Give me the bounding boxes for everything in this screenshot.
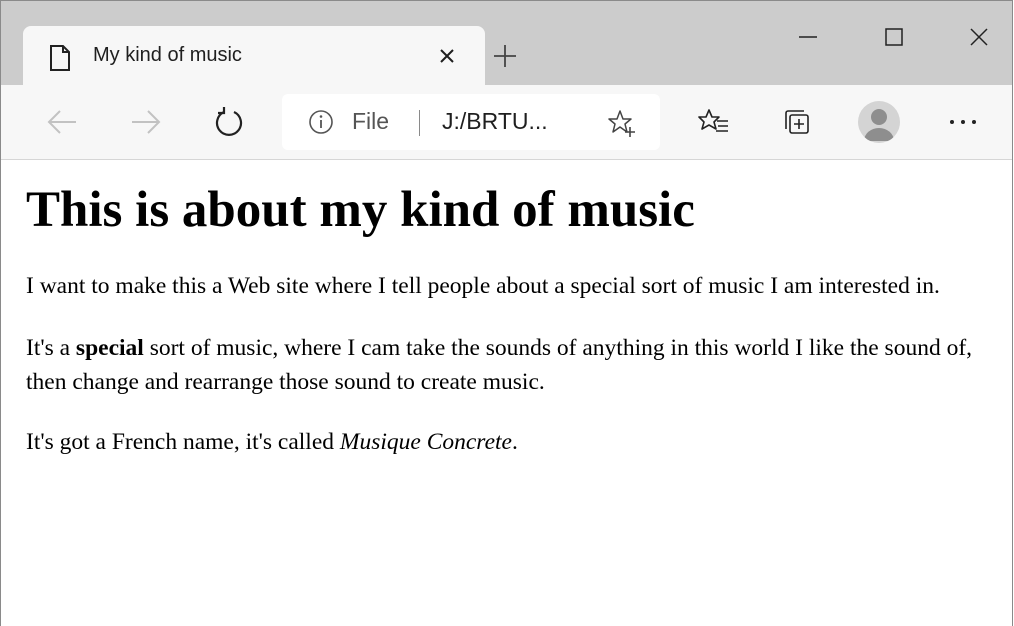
collections-icon[interactable] [776,101,818,143]
back-arrow-icon[interactable] [41,101,83,143]
url-scheme: File [352,108,390,134]
paragraph-french-name: It's got a French name, it's called Musi… [26,425,1011,459]
maximize-icon[interactable] [871,17,917,57]
address-separator [419,110,420,136]
url-text[interactable]: J:/BRTU... [442,108,548,135]
window-close-icon[interactable] [956,17,1002,57]
close-icon[interactable] [431,40,463,72]
tab-strip: My kind of music [1,1,1012,85]
page-heading: This is about my kind of music [26,182,695,238]
forward-arrow-icon[interactable] [125,101,167,143]
paragraph-intro: I want to make this a Web site where I t… [26,273,940,299]
browser-toolbar: File J:/BRTU... [1,85,1012,160]
paragraph-special-text-start: It's a [26,335,76,361]
page-icon [49,45,71,71]
new-tab-plus-icon[interactable] [488,39,522,73]
refresh-icon[interactable] [208,101,250,143]
paragraph-french-text-end: . [511,429,518,455]
add-favorite-star-icon[interactable] [607,108,637,138]
tab-title: My kind of music [93,44,242,66]
paragraph-french-text-start: It's got a French name, it's called [26,429,340,455]
paragraph-special-text-end: sort of music, where I cam take the soun… [26,335,973,395]
paragraph-special: It's a special sort of music, where I ca… [26,331,1011,399]
tab-my-kind-of-music[interactable]: My kind of music [23,26,485,85]
more-options-icon[interactable] [942,101,984,143]
profile-avatar-icon[interactable] [858,101,900,143]
minimize-icon[interactable] [785,17,831,57]
address-bar[interactable]: File J:/BRTU... [282,94,660,150]
bold-special: special [75,335,144,361]
info-icon[interactable] [308,109,334,135]
page-content: This is about my kind of music I want to… [1,160,1012,626]
italic-musique-concrete: Musique Concrete [339,429,512,455]
favorites-icon[interactable] [693,101,735,143]
browser-window: My kind of music File J:/BRTU... This is… [0,0,1013,626]
